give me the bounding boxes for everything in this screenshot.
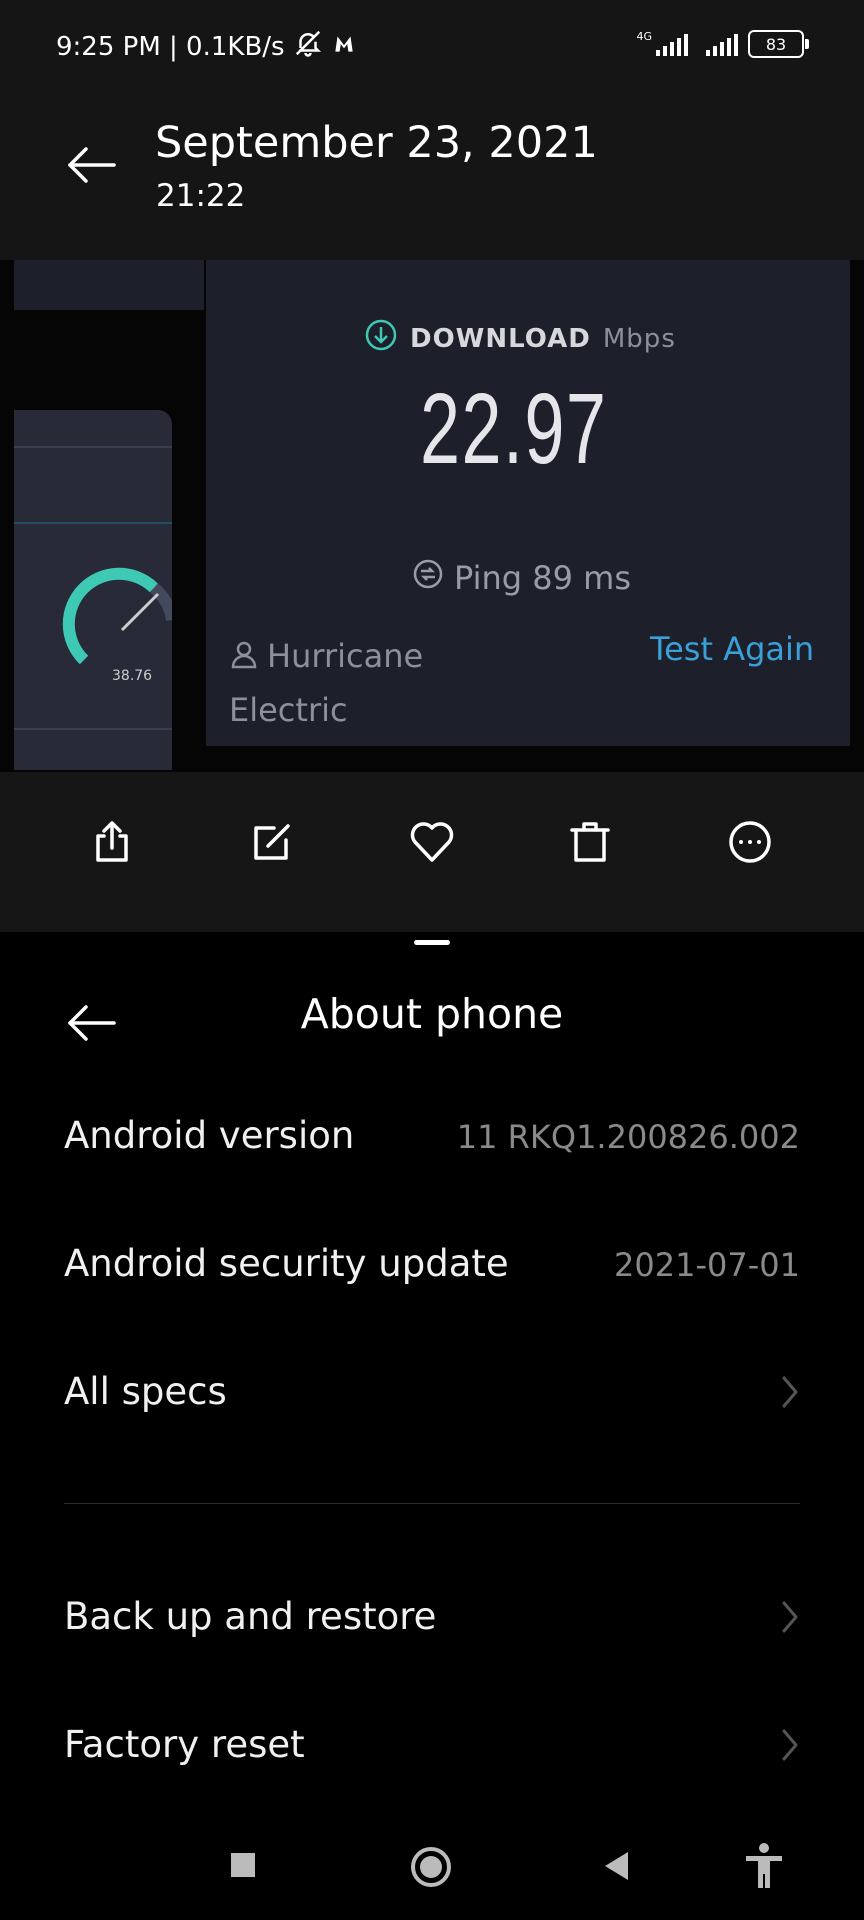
provider-line2: Electric — [229, 691, 348, 729]
user-icon — [229, 632, 259, 684]
status-left: 9:25 PM | 0.1KB/s — [56, 28, 357, 65]
chevron-right-icon — [780, 1727, 800, 1767]
accessibility-icon[interactable] — [742, 1842, 786, 1894]
share-icon[interactable] — [80, 810, 144, 874]
provider-line1: Hurricane — [267, 637, 424, 675]
header-time: 21:22 — [156, 178, 246, 214]
battery-level: 83 — [765, 34, 787, 54]
signal-icon-2 — [706, 32, 738, 56]
drag-handle[interactable] — [414, 940, 450, 945]
more-options-icon[interactable] — [718, 810, 782, 874]
section-divider — [64, 1503, 800, 1504]
back-icon[interactable] — [602, 1850, 632, 1886]
settings-row-android-version[interactable]: Android version — [64, 1114, 354, 1157]
preview-header-strip — [14, 260, 204, 310]
download-unit: Mbps — [602, 323, 676, 354]
mute-bell-icon — [293, 28, 323, 65]
ping-row: Ping 89 ms — [412, 558, 631, 598]
chevron-right-icon — [780, 1599, 800, 1639]
security-update-value: 2021-07-01 — [614, 1246, 800, 1284]
mini-preview: 38.76 — [14, 410, 172, 770]
android-version-value: 11 RKQ1.200826.002 — [456, 1118, 800, 1156]
provider-name: Hurricane Electric — [229, 630, 479, 736]
download-title: DOWNLOAD — [410, 323, 591, 354]
favorite-heart-icon[interactable] — [400, 810, 464, 874]
battery-icon: 83 — [748, 30, 809, 58]
network-type: 4G — [636, 30, 652, 43]
download-label-row: DOWNLOAD Mbps — [364, 318, 676, 359]
test-again-link[interactable]: Test Again — [650, 630, 814, 668]
settings-row-backup-restore[interactable]: Back up and restore — [64, 1595, 436, 1638]
download-value: 22.97 — [420, 373, 608, 485]
recents-icon[interactable] — [228, 1850, 258, 1884]
delete-trash-icon[interactable] — [558, 810, 622, 874]
gauge-icon — [62, 567, 172, 665]
header-date: September 23, 2021 — [155, 118, 598, 168]
settings-row-all-specs[interactable]: All specs — [64, 1370, 227, 1413]
back-arrow-icon[interactable] — [66, 145, 118, 189]
edit-icon[interactable] — [240, 810, 304, 874]
chevron-right-icon — [780, 1374, 800, 1414]
status-time-speed: 9:25 PM | 0.1KB/s — [56, 31, 285, 62]
signal-icon — [656, 32, 688, 56]
ping-label: Ping 89 ms — [454, 559, 631, 597]
mini-download-value: 38.76 — [112, 668, 153, 684]
settings-row-security-update[interactable]: Android security update — [64, 1242, 509, 1285]
app-notification-icon — [331, 30, 357, 63]
ping-icon — [412, 558, 444, 598]
status-right: 4G 83 — [636, 30, 809, 58]
page-title: About phone — [300, 990, 564, 1038]
home-icon[interactable] — [410, 1846, 452, 1892]
download-icon — [364, 318, 398, 359]
settings-row-factory-reset[interactable]: Factory reset — [64, 1723, 305, 1766]
